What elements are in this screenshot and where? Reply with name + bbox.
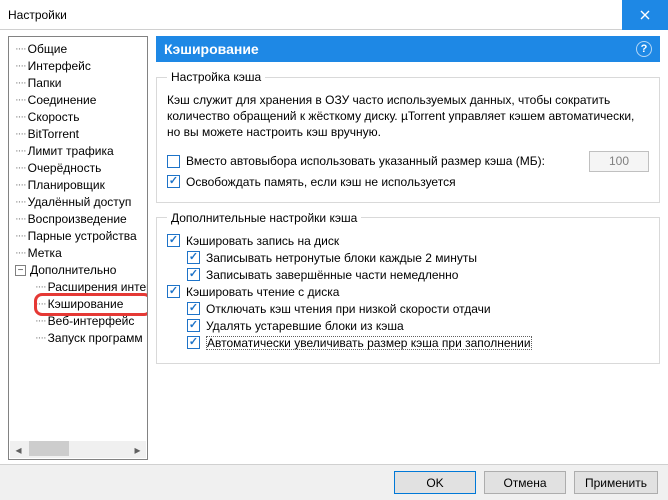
cache-settings-legend: Настройка кэша bbox=[167, 70, 265, 84]
scrollbar-thumb[interactable] bbox=[29, 441, 69, 456]
advanced-cache-group: Дополнительные настройки кэша Кэшировать… bbox=[156, 211, 660, 364]
sidebar: ····Общие····Интерфейс····Папки····Соеди… bbox=[8, 36, 148, 460]
help-icon[interactable]: ? bbox=[636, 41, 652, 57]
write-untouched-checkbox[interactable] bbox=[187, 251, 200, 264]
write-untouched-label: Записывать нетронутые блоки каждые 2 мин… bbox=[206, 251, 477, 265]
window-title: Настройки bbox=[8, 8, 67, 22]
titlebar: Настройки bbox=[0, 0, 668, 30]
button-bar: OK Отмена Применить bbox=[0, 464, 668, 500]
write-finished-checkbox[interactable] bbox=[187, 268, 200, 281]
sidebar-subitem[interactable]: ····Расширения интерфейса bbox=[35, 279, 147, 296]
scrollbar-track[interactable] bbox=[27, 441, 129, 458]
disable-low-upload-checkbox[interactable] bbox=[187, 302, 200, 315]
ok-button[interactable]: OK bbox=[394, 471, 476, 494]
sidebar-item[interactable]: ····Скорость bbox=[15, 109, 147, 126]
sidebar-item[interactable]: ····Удалённый доступ bbox=[15, 194, 147, 211]
cache-read-label: Кэшировать чтение с диска bbox=[186, 285, 339, 299]
auto-increase-checkbox[interactable] bbox=[187, 336, 200, 349]
sidebar-item[interactable]: ····Планировщик bbox=[15, 177, 147, 194]
write-finished-label: Записывать завершённые части немедленно bbox=[206, 268, 458, 282]
disable-low-upload-label: Отключать кэш чтения при низкой скорости… bbox=[206, 302, 491, 316]
sidebar-item[interactable]: ····Очерёдность bbox=[15, 160, 147, 177]
cache-write-label: Кэшировать запись на диск bbox=[186, 234, 339, 248]
collapse-icon[interactable]: − bbox=[15, 265, 26, 276]
sidebar-item[interactable]: ····Интерфейс bbox=[15, 58, 147, 75]
sidebar-item[interactable]: ····Папки bbox=[15, 75, 147, 92]
auto-increase-label: Автоматически увеличивать размер кэша пр… bbox=[206, 336, 532, 350]
override-cache-label: Вместо автовыбора использовать указанный… bbox=[186, 154, 583, 168]
scroll-left-arrow[interactable]: ◂ bbox=[10, 441, 27, 458]
cancel-button[interactable]: Отмена bbox=[484, 471, 566, 494]
cache-write-checkbox[interactable] bbox=[167, 234, 180, 247]
reduce-memory-checkbox[interactable] bbox=[167, 175, 180, 188]
advanced-cache-legend: Дополнительные настройки кэша bbox=[167, 211, 361, 225]
scroll-right-arrow[interactable]: ▸ bbox=[129, 441, 146, 458]
remove-old-checkbox[interactable] bbox=[187, 319, 200, 332]
apply-button[interactable]: Применить bbox=[574, 471, 658, 494]
cache-description: Кэш служит для хранения в ОЗУ часто испо… bbox=[167, 92, 649, 141]
sidebar-item-advanced[interactable]: −Дополнительно bbox=[15, 262, 147, 279]
sidebar-item[interactable]: ····Воспроизведение bbox=[15, 211, 147, 228]
override-cache-checkbox[interactable] bbox=[167, 155, 180, 168]
sidebar-item[interactable]: ····Общие bbox=[15, 41, 147, 58]
sidebar-subitem[interactable]: ····Запуск программ bbox=[35, 330, 147, 347]
sidebar-subitem[interactable]: ····Кэширование bbox=[35, 296, 147, 313]
sidebar-item[interactable]: ····Метка bbox=[15, 245, 147, 262]
reduce-memory-label: Освобождать память, если кэш не использу… bbox=[186, 175, 456, 189]
sidebar-item[interactable]: ····Лимит трафика bbox=[15, 143, 147, 160]
close-button[interactable] bbox=[622, 0, 668, 30]
horizontal-scrollbar[interactable]: ◂ ▸ bbox=[10, 441, 146, 458]
cache-settings-group: Настройка кэша Кэш служит для хранения в… bbox=[156, 70, 660, 203]
close-icon bbox=[640, 10, 650, 20]
sidebar-item[interactable]: ····Соединение bbox=[15, 92, 147, 109]
sidebar-item[interactable]: ····Парные устройства bbox=[15, 228, 147, 245]
panel-header: Кэширование ? bbox=[156, 36, 660, 62]
content-panel: Кэширование ? Настройка кэша Кэш служит … bbox=[156, 36, 660, 460]
sidebar-subitem[interactable]: ····Веб-интерфейс bbox=[35, 313, 147, 330]
cache-read-checkbox[interactable] bbox=[167, 285, 180, 298]
remove-old-label: Удалять устаревшие блоки из кэша bbox=[206, 319, 404, 333]
panel-title: Кэширование bbox=[164, 41, 259, 57]
sidebar-item[interactable]: ····BitTorrent bbox=[15, 126, 147, 143]
cache-size-input[interactable] bbox=[589, 151, 649, 172]
